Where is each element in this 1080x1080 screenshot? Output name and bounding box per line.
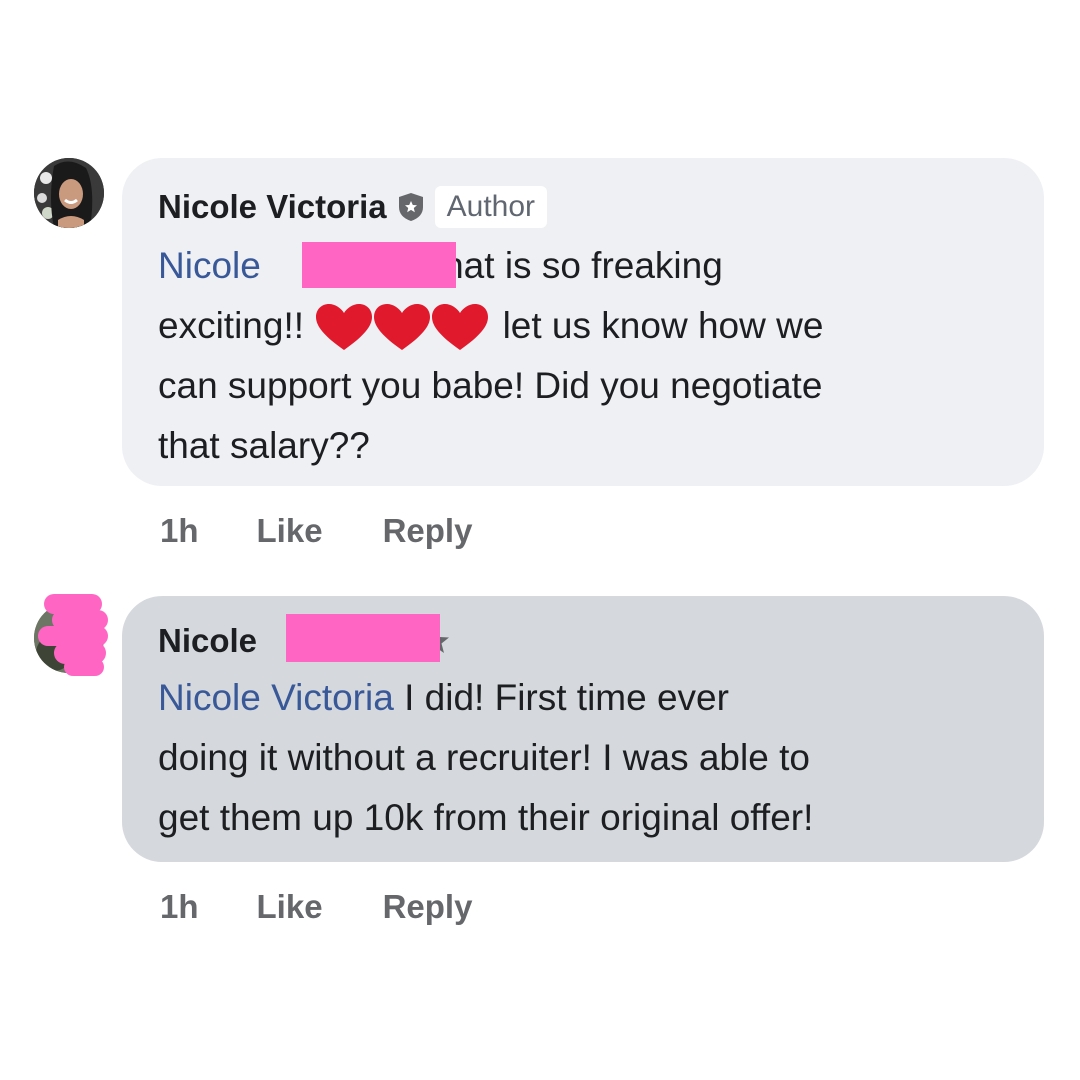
author-name[interactable]: Nicole Victoria — [158, 186, 387, 228]
reply-button[interactable]: Reply — [383, 512, 473, 550]
author-name[interactable]: Nicole — [158, 620, 257, 662]
comment-header: Nicole Victoria Author — [158, 186, 548, 228]
like-button[interactable]: Like — [257, 888, 323, 926]
mention-link[interactable]: Nicole Victoria — [158, 677, 394, 718]
like-button[interactable]: Like — [257, 512, 323, 550]
comment-text-line: that salary?? — [158, 425, 370, 466]
comment-text-line: doing it without a recruiter! I was able… — [158, 737, 810, 778]
redaction-block — [302, 242, 456, 288]
red-heart-icon — [316, 304, 489, 351]
comment-text-line: exciting!! let us know how we — [158, 296, 823, 356]
comment-actions: 1h Like Reply — [160, 888, 472, 926]
redaction-block — [286, 614, 440, 662]
timestamp[interactable]: 1h — [160, 888, 199, 926]
reply-button[interactable]: Reply — [383, 888, 473, 926]
comment-bubble-author: Nicole Victoria Author Nicole that is so … — [122, 158, 1044, 486]
shield-icon — [398, 193, 423, 221]
profile-photo-icon — [34, 158, 104, 228]
author-badge: Author — [434, 186, 548, 228]
comment-bubble-reply: Nicole Nicole Victoria I did! First time… — [122, 596, 1044, 862]
comment-actions: 1h Like Reply — [160, 512, 472, 550]
timestamp[interactable]: 1h — [160, 512, 199, 550]
comment-text-line: get them up 10k from their original offe… — [158, 797, 814, 838]
comment-text-line: can support you babe! Did you negotiate — [158, 365, 823, 406]
comment-text-line: Nicole Victoria I did! First time ever — [158, 677, 729, 718]
mention-link[interactable]: Nicole — [158, 245, 261, 286]
redaction-scribble — [38, 594, 108, 676]
avatar[interactable] — [34, 158, 104, 228]
